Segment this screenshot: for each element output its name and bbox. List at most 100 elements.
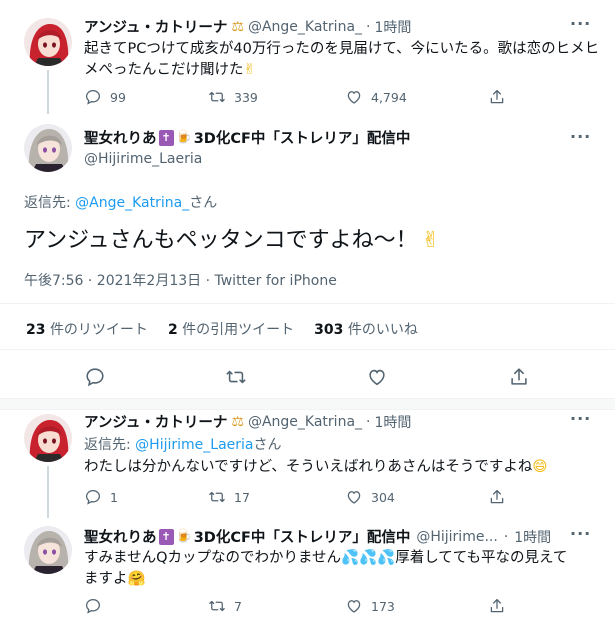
retweet-icon [226, 370, 246, 384]
like-icon [347, 91, 361, 104]
like-stat-label: 件のいいね [347, 322, 418, 338]
reply-to-label: 返信先: [24, 195, 71, 211]
main-timestamp[interactable]: 午後7:56 · 2021年2月13日 · Twitter for iPhone [24, 270, 337, 290]
retweet-count: 17 [234, 489, 250, 505]
like-count: 173 [371, 598, 395, 614]
reply-button[interactable] [84, 366, 106, 388]
share-button[interactable] [488, 488, 506, 506]
reply-icon [86, 368, 104, 387]
victory-hand-emoji: ✌ [243, 62, 256, 78]
reply-to-line: 返信先: @Hijirime_Laeriaさん [84, 434, 281, 454]
display-name[interactable]: 聖女れりあ [84, 526, 157, 547]
handle[interactable]: @Ange_Katrina_ [248, 19, 362, 35]
share-button[interactable] [488, 597, 506, 615]
divider [0, 303, 615, 304]
name-suffix[interactable]: 3D化CF中「ストレリア」配信中 [194, 127, 411, 148]
like-count: 304 [371, 489, 395, 505]
reply-to-line: 返信先: @Ange_Katrina_さん [24, 192, 217, 212]
like-stat-count: 303 [314, 322, 344, 338]
share-icon [490, 489, 504, 504]
handle[interactable]: @Ange_Katrina_ [248, 414, 362, 430]
retweet-button[interactable]: 7 [208, 597, 242, 615]
separator-dot: · [503, 528, 509, 545]
quote-stat-count: 2 [167, 322, 178, 338]
divider [0, 349, 615, 350]
separator-dot: · [366, 413, 371, 430]
retweet-icon [209, 600, 225, 612]
timestamp[interactable]: 1時間 [374, 17, 411, 37]
retweet-button[interactable]: 339 [208, 88, 258, 106]
retweet-icon [209, 91, 225, 103]
tweet-text: アンジュさんもペッタンコですよね～！ [24, 228, 418, 253]
more-icon[interactable]: ··· [570, 127, 591, 146]
share-button[interactable] [488, 88, 506, 106]
share-icon [490, 89, 504, 104]
retweet-count: 7 [234, 598, 242, 614]
beer-badge-icon: 🍺 [175, 130, 192, 145]
quote-stat[interactable]: 2 件の引用ツイート [168, 319, 294, 339]
reply-icon [85, 489, 101, 505]
share-button[interactable] [508, 366, 530, 388]
reply-count: 1 [110, 489, 118, 505]
reply-button[interactable]: 99 [84, 88, 126, 106]
more-icon[interactable]: ··· [570, 409, 591, 428]
handle[interactable]: @Hijirime... [416, 529, 497, 545]
like-button[interactable]: 4,794 [345, 88, 407, 106]
reply-count: 99 [110, 89, 126, 105]
display-name[interactable]: アンジュ・カトリーナ [84, 16, 227, 37]
reply1-header: アンジュ・カトリーナ ⚖ @Ange_Katrina_ · 1時間 [84, 411, 411, 432]
reply2-header: 聖女れりあ ✝ 🍺 3D化CF中「ストレリア」配信中 @Hijirime... … [84, 526, 551, 547]
tweet1-text: 起きてPCつけて成亥が40万行ったのを見届けて、今にいたる。歌は恋のヒメヒメぺっ… [84, 39, 604, 81]
like-button[interactable] [366, 366, 388, 388]
more-icon[interactable]: ··· [570, 14, 591, 33]
share-icon [511, 368, 527, 385]
engagement-stats: 23 件のリツイート 2 件の引用ツイート 303 件のいいね [26, 319, 418, 339]
scales-badge-icon: ⚖ [231, 18, 244, 35]
retweet-button[interactable] [225, 366, 247, 388]
reply-to-handle[interactable]: @Hijirime_Laeria [135, 437, 253, 453]
avatar-laeria[interactable] [24, 124, 72, 172]
reply-button[interactable] [84, 597, 110, 615]
reply-to-suffix: さん [189, 195, 218, 211]
reply-button[interactable]: 1 [84, 488, 118, 506]
retweet-stat-count: 23 [26, 322, 46, 338]
cross-badge-icon: ✝ [158, 129, 174, 146]
reply-icon [85, 89, 101, 105]
scales-badge-icon: ⚖ [231, 413, 244, 430]
thread-line [47, 466, 49, 518]
section-separator [0, 398, 615, 410]
like-stat[interactable]: 303 件のいいね [314, 319, 418, 339]
handle[interactable]: @Hijirime_Laeria [84, 151, 202, 167]
avatar-ange[interactable] [24, 414, 72, 462]
reply-to-label: 返信先: [84, 437, 131, 453]
tweet-text-cont: 厚着してても平なの見えて [395, 550, 568, 566]
tweet-text: すみませんQカップなのでわかりません [84, 550, 342, 566]
quote-stat-label: 件の引用ツイート [182, 322, 295, 338]
reply-to-suffix: さん [253, 437, 282, 453]
reply-to-handle[interactable]: @Ange_Katrina_ [75, 195, 189, 211]
retweet-button[interactable]: 17 [208, 488, 250, 506]
like-count: 4,794 [371, 89, 407, 105]
name-suffix[interactable]: 3D化CF中「ストレリア」配信中 [194, 526, 411, 547]
display-name[interactable]: アンジュ・カトリーナ [84, 411, 227, 432]
reply2-text: すみませんQカップなのでわかりません💦💦💦厚着してても平なの見えて ますよ🤗 [84, 548, 604, 590]
retweet-stat-label: 件のリツイート [49, 322, 148, 338]
like-button[interactable]: 304 [345, 488, 395, 506]
victory-hand-emoji: ✌ [421, 228, 441, 253]
display-name[interactable]: 聖女れりあ [84, 127, 157, 148]
cross-badge-icon: ✝ [158, 528, 174, 545]
retweet-icon [209, 491, 225, 503]
avatar-ange[interactable] [24, 18, 72, 66]
like-button[interactable]: 173 [345, 597, 395, 615]
main-text: アンジュさんもペッタンコですよね～！ ✌ [24, 227, 440, 255]
hugging-face-emoji: 🤗 [127, 571, 146, 587]
retweet-stat[interactable]: 23 件のリツイート [26, 319, 148, 339]
more-icon[interactable]: ··· [570, 524, 591, 543]
timestamp[interactable]: 1時間 [514, 527, 551, 547]
avatar-laeria[interactable] [24, 526, 72, 574]
tweet1-header: アンジュ・カトリーナ ⚖ @Ange_Katrina_ · 1時間 [84, 16, 411, 37]
like-icon [369, 369, 385, 386]
reply-icon [85, 598, 101, 614]
timestamp[interactable]: 1時間 [374, 412, 411, 432]
separator-dot: · [366, 18, 371, 35]
